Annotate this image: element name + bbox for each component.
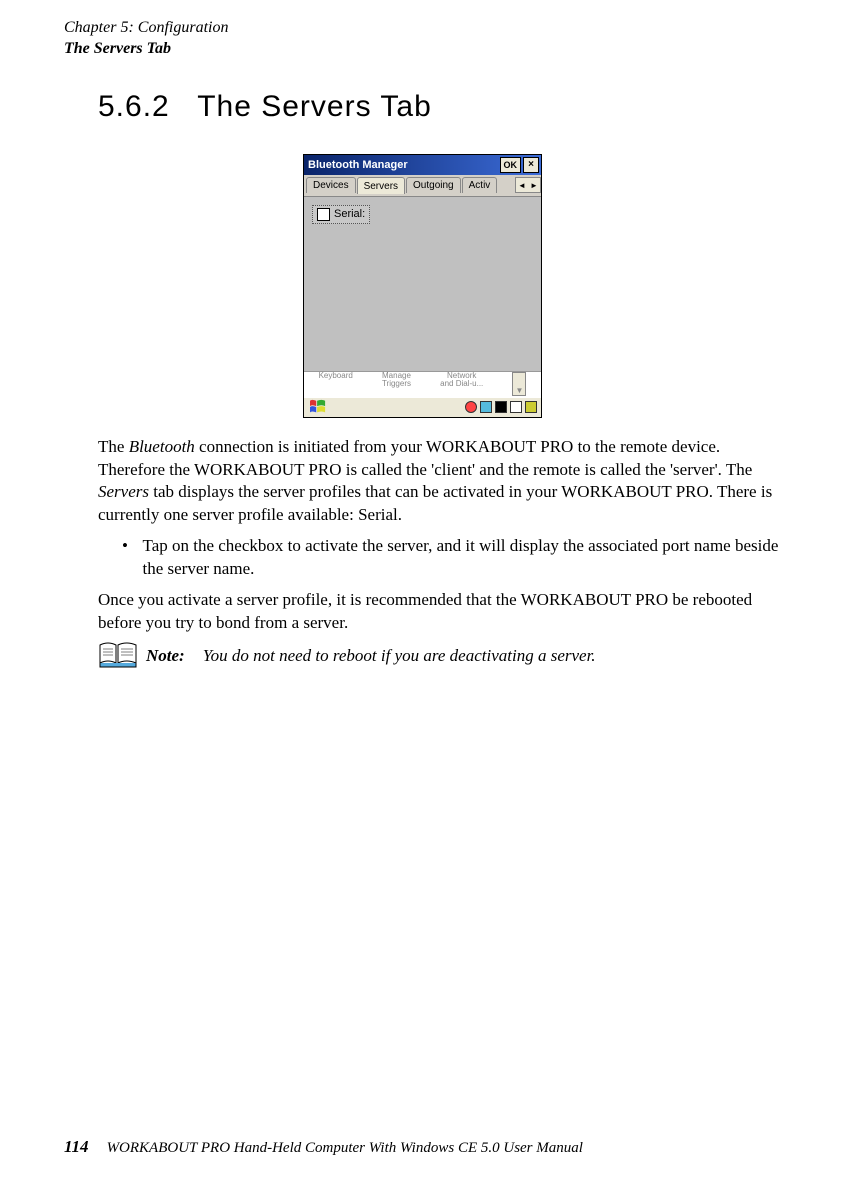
page-number: 114 — [64, 1137, 89, 1157]
tab-servers[interactable]: Servers — [357, 177, 405, 194]
bluetooth-manager-window: Bluetooth Manager OK × Devices Servers O… — [303, 154, 542, 418]
section-heading: 5.6.2 The Servers Tab — [98, 90, 845, 124]
paragraph-2: Once you activate a server profile, it i… — [98, 589, 785, 635]
page-header: Chapter 5: Configuration The Servers Tab — [0, 0, 845, 60]
tray-icon-3[interactable] — [495, 401, 507, 413]
tab-body: Serial: — [304, 197, 541, 371]
desktop-row: Keyboard Manage Triggers Network and Dia… — [304, 371, 541, 397]
tab-devices[interactable]: Devices — [306, 177, 356, 193]
tab-scroll-arrows: ◄ ► — [515, 177, 541, 193]
bullet-item: • Tap on the checkbox to activate the se… — [122, 535, 785, 581]
tab-outgoing[interactable]: Outgoing — [406, 177, 461, 193]
heading-number: 5.6.2 — [98, 90, 170, 123]
close-button[interactable]: × — [523, 157, 539, 173]
serial-checkbox[interactable] — [317, 208, 330, 221]
serial-option[interactable]: Serial: — [312, 205, 370, 224]
note-label: Note: — [146, 645, 185, 668]
system-tray — [465, 401, 541, 413]
serial-label: Serial: — [334, 208, 365, 220]
tab-scroll-right[interactable]: ► — [528, 178, 540, 192]
footer-text: WORKABOUT PRO Hand-Held Computer With Wi… — [107, 1140, 583, 1157]
start-button[interactable] — [306, 398, 330, 416]
book-icon — [98, 641, 138, 676]
paragraph-1: The Bluetooth connection is initiated fr… — [98, 436, 785, 528]
ok-button[interactable]: OK — [500, 157, 522, 173]
bullet-mark: • — [122, 535, 143, 581]
bullet-text: Tap on the checkbox to activate the serv… — [143, 535, 786, 581]
figure-container: Bluetooth Manager OK × Devices Servers O… — [0, 154, 845, 418]
header-section: The Servers Tab — [64, 39, 845, 60]
desktop-item-manage-triggers[interactable]: Manage Triggers — [382, 372, 411, 388]
window-titlebar: Bluetooth Manager OK × — [304, 155, 541, 175]
scroll-down-button[interactable]: ▼ — [512, 372, 526, 396]
page-footer: 114 WORKABOUT PRO Hand-Held Computer Wit… — [64, 1137, 583, 1157]
tray-icon-1[interactable] — [465, 401, 477, 413]
window-title: Bluetooth Manager — [308, 159, 500, 171]
body-text: The Bluetooth connection is initiated fr… — [98, 436, 785, 676]
note-body: You do not need to reboot if you are dea… — [203, 645, 596, 668]
chevron-down-icon: ▼ — [515, 386, 523, 395]
desktop-item-keyboard[interactable]: Keyboard — [319, 372, 353, 380]
tab-strip: Devices Servers Outgoing Activ ◄ ► — [304, 175, 541, 197]
desktop-item-network[interactable]: Network and Dial-u... — [440, 372, 483, 388]
heading-title: The Servers Tab — [197, 90, 432, 123]
windows-logo-icon — [309, 399, 327, 415]
tab-scroll-left[interactable]: ◄ — [516, 178, 528, 192]
tray-icon-2[interactable] — [480, 401, 492, 413]
note-block: Note: You do not need to reboot if you a… — [146, 645, 785, 676]
tab-active[interactable]: Activ — [462, 177, 498, 193]
tray-icon-5[interactable] — [525, 401, 537, 413]
header-chapter: Chapter 5: Configuration — [64, 18, 845, 39]
tray-icon-4[interactable] — [510, 401, 522, 413]
taskbar — [304, 397, 541, 417]
